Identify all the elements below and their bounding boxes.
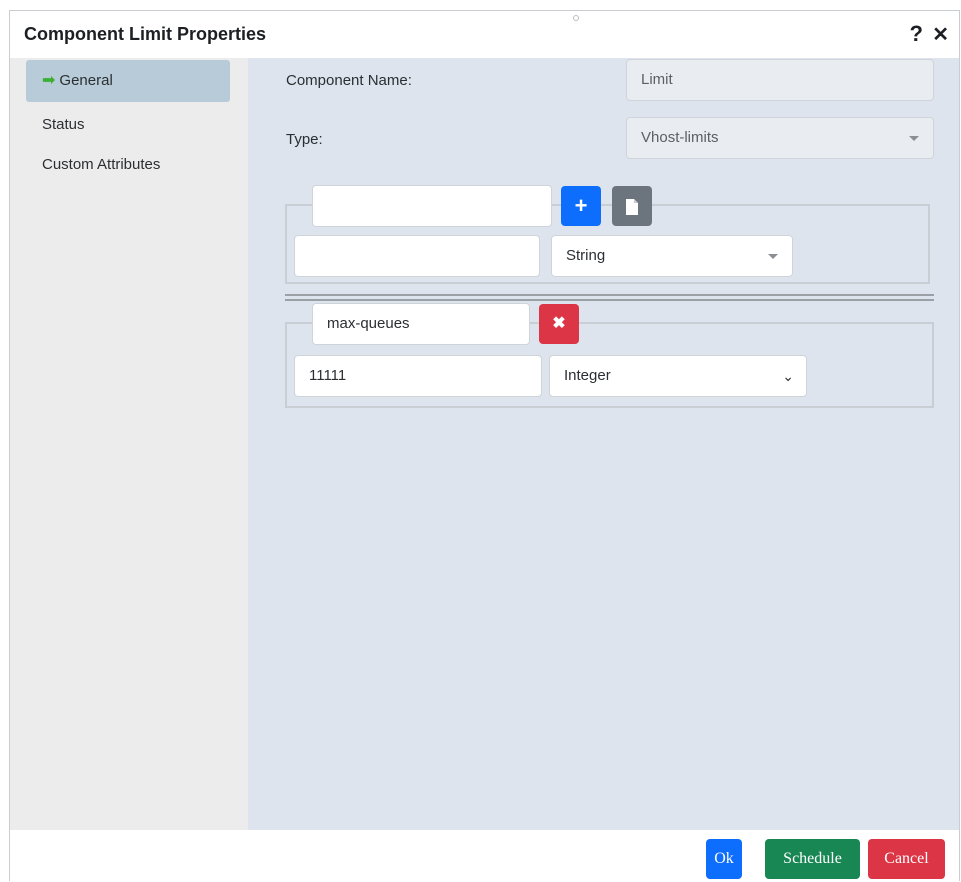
schedule-button[interactable]: Schedule: [765, 839, 860, 879]
sidebar-item-status[interactable]: Status: [26, 104, 230, 146]
general-panel: Component Name: Limit Type: Vhost-limits…: [248, 58, 959, 830]
sidebar-item-label: Custom Attributes: [42, 156, 161, 173]
type-label: Type:: [286, 131, 323, 148]
new-attribute-value-input[interactable]: [294, 235, 540, 277]
attribute-type-value: Integer: [564, 367, 611, 384]
type-select-value: Vhost-limits: [641, 129, 719, 146]
help-icon[interactable]: ?: [910, 21, 923, 47]
plus-icon: +: [574, 193, 588, 218]
dialog-titlebar[interactable]: Component Limit Properties ? ✕: [10, 11, 959, 58]
dialog-footer: Ok Schedule Cancel: [10, 830, 959, 882]
close-icon[interactable]: ✕: [932, 22, 949, 47]
x-icon: ✖: [552, 315, 566, 332]
component-name-field: Limit: [626, 59, 934, 101]
remove-attribute-button[interactable]: ✖: [539, 304, 579, 344]
arrow-right-icon: ➡: [42, 72, 56, 89]
chevron-down-icon: ⌄: [782, 368, 794, 384]
attribute-value-input[interactable]: 11111: [294, 355, 542, 397]
sidebar: ➡ General Status Custom Attributes: [10, 58, 248, 830]
type-select[interactable]: Vhost-limits: [626, 117, 934, 159]
dialog-title: Component Limit Properties: [24, 24, 267, 44]
caret-down-icon: [768, 254, 778, 259]
new-attribute-name-input[interactable]: [312, 185, 552, 227]
attribute-type-select[interactable]: Integer ⌄: [549, 355, 807, 397]
sidebar-item-custom-attributes[interactable]: Custom Attributes: [26, 144, 230, 186]
ok-button[interactable]: Ok: [706, 839, 742, 879]
add-attribute-button[interactable]: +: [561, 186, 601, 226]
sidebar-item-general[interactable]: ➡ General: [26, 60, 230, 102]
attribute-name-input[interactable]: max-queues: [312, 303, 530, 345]
sidebar-item-label: Status: [42, 116, 85, 133]
new-attribute-type-value: String: [566, 247, 606, 264]
cancel-button[interactable]: Cancel: [868, 839, 945, 879]
file-icon: [626, 199, 638, 215]
caret-down-icon: [909, 136, 919, 141]
component-limit-properties-dialog: Component Limit Properties ? ✕ ➡ General …: [9, 10, 960, 882]
copy-attribute-button[interactable]: [612, 186, 652, 226]
component-name-label: Component Name:: [286, 72, 412, 89]
new-attribute-type-select[interactable]: String: [551, 235, 793, 277]
attribute-separator: [285, 294, 934, 301]
drag-handle-icon[interactable]: [573, 15, 579, 21]
sidebar-item-label: General: [59, 72, 113, 89]
